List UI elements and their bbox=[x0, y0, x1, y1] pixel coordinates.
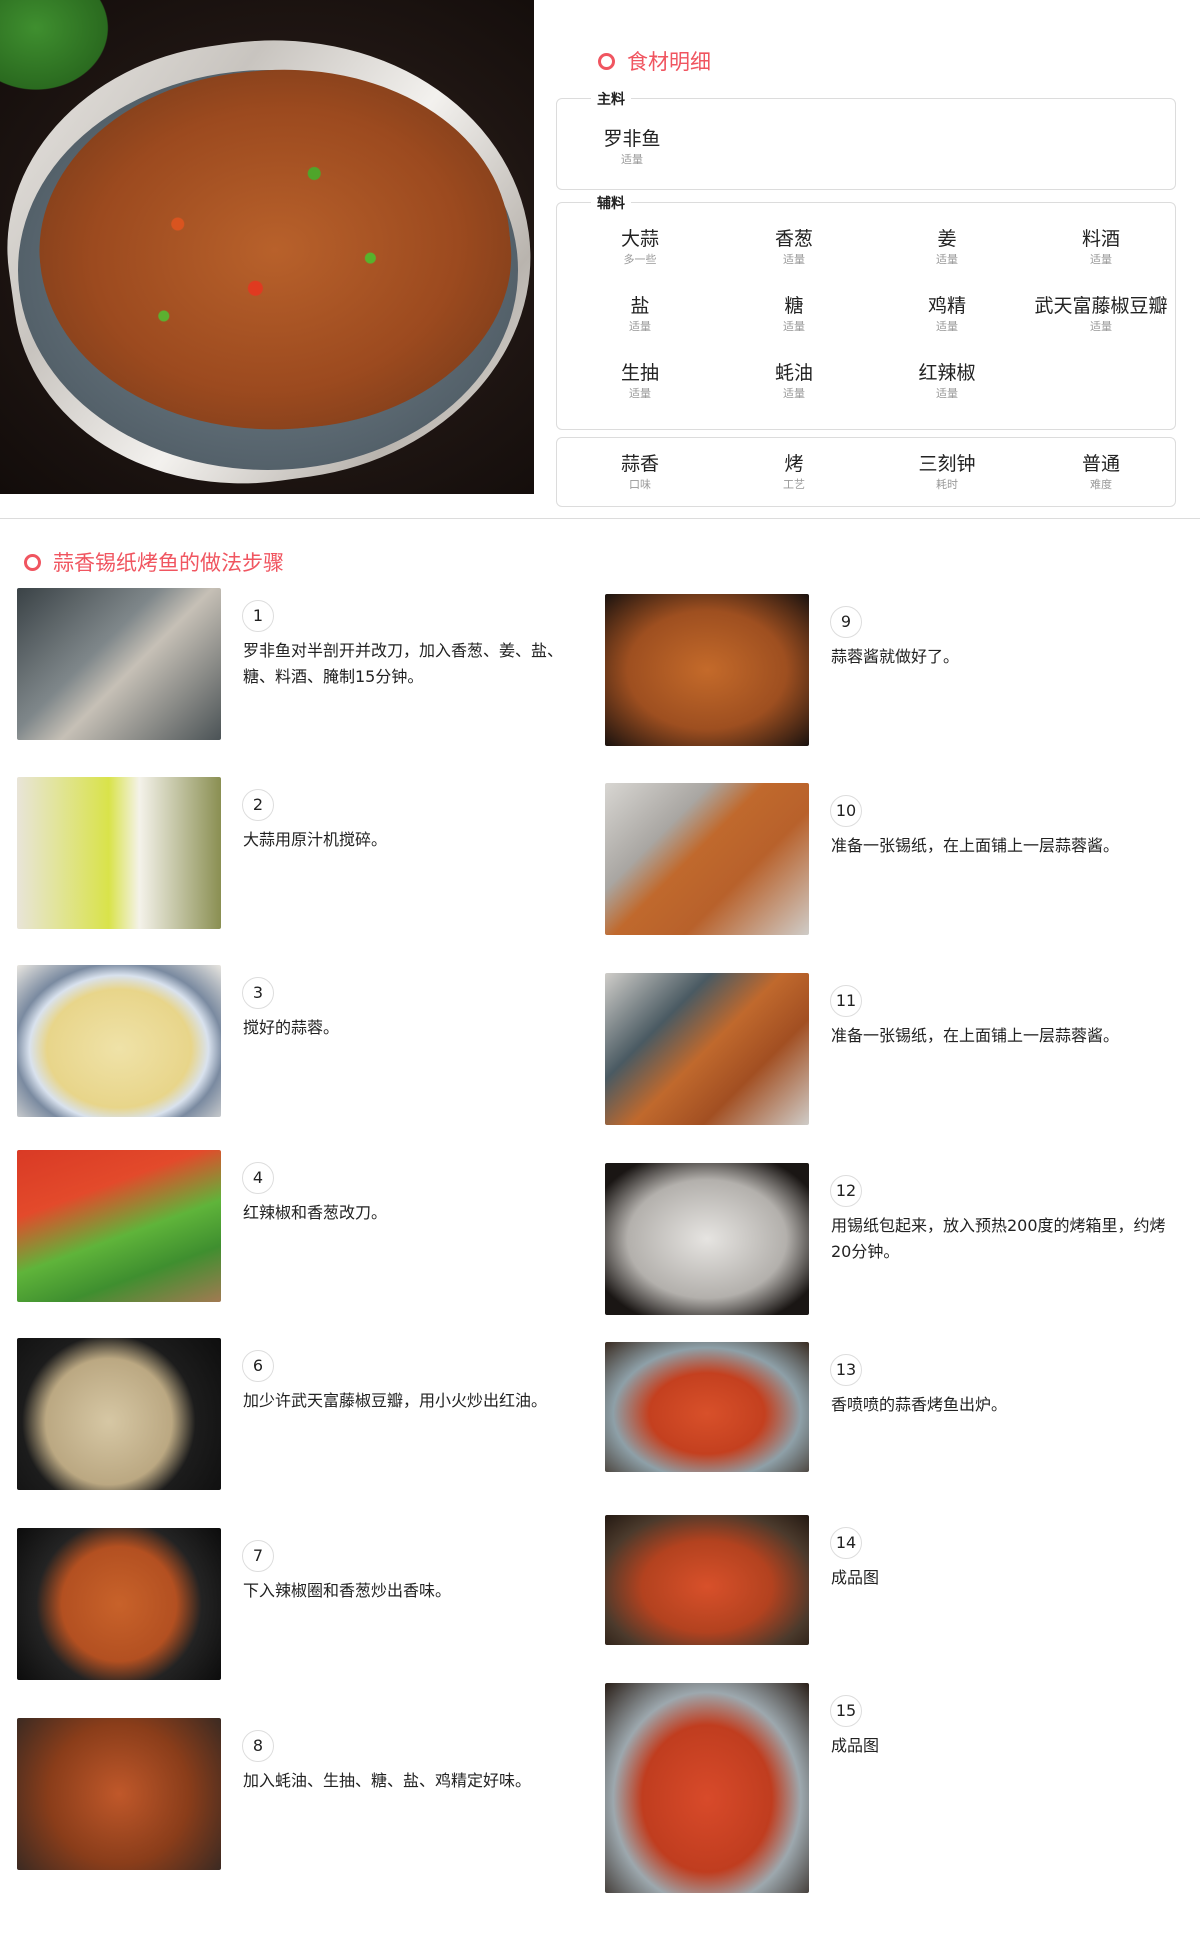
step-photo bbox=[17, 965, 221, 1117]
recipe-step: 1 罗非鱼对半剖开并改刀，加入香葱、姜、盐、糖、料酒、腌制15分钟。 bbox=[17, 588, 577, 748]
ring-icon bbox=[24, 553, 41, 571]
step-number-badge: 12 bbox=[830, 1175, 862, 1207]
recipe-step: 2 大蒜用原汁机搅碎。 bbox=[17, 777, 577, 937]
step-description: 加少许武天富藤椒豆瓣，用小火炒出红油。 bbox=[243, 1391, 548, 1410]
step-photo bbox=[605, 973, 809, 1125]
ring-icon bbox=[598, 52, 615, 70]
step-number-badge: 14 bbox=[830, 1527, 862, 1559]
step-description: 搅好的蒜蓉。 bbox=[243, 1018, 340, 1037]
aux-ingredients-box: 辅料 大蒜 多一些 香葱 适量姜适量 料酒 适量盐适量糖适量 鸡精 适量 武天富藤椒豆瓣 适量生抽… bbox=[556, 193, 1176, 430]
ingredient-item[interactable]: 武天富藤椒豆瓣 适量 bbox=[1026, 294, 1176, 334]
step-photo bbox=[17, 777, 221, 929]
steps-title: 蒜香锡纸烤鱼的做法步骤 bbox=[24, 547, 284, 577]
recipe-step: 15 成品图 bbox=[605, 1683, 1165, 1893]
ingredient-item[interactable]: 香葱 适量 bbox=[719, 227, 869, 267]
step-photo bbox=[17, 1718, 221, 1870]
recipe-property: 烤工艺 bbox=[783, 453, 805, 491]
step-description: 用锡纸包起来，放入预热200度的烤箱里，约烤20分钟。 bbox=[831, 1216, 1166, 1261]
step-description: 罗非鱼对半剖开并改刀，加入香葱、姜、盐、糖、料酒、腌制15分钟。 bbox=[243, 641, 564, 686]
step-photo bbox=[17, 1338, 221, 1490]
step-photo bbox=[17, 1528, 221, 1680]
ingredient-item[interactable]: 红辣椒 适量 bbox=[872, 361, 1022, 401]
step-photo bbox=[17, 588, 221, 740]
hero-dish-photo bbox=[0, 0, 534, 494]
step-number-badge: 10 bbox=[830, 795, 862, 827]
recipe-step: 11 准备一张锡纸，在上面铺上一层蒜蓉酱。 bbox=[605, 973, 1165, 1133]
recipe-properties-box: 蒜香 口味 烤工艺 三刻钟 耗时 普通 难度 bbox=[556, 437, 1176, 507]
step-description: 大蒜用原汁机搅碎。 bbox=[243, 830, 388, 849]
step-number-badge: 3 bbox=[242, 977, 274, 1009]
step-number-badge: 9 bbox=[830, 606, 862, 638]
ingredient-item[interactable]: 料酒 适量 bbox=[1026, 227, 1176, 267]
ingredient-item[interactable]: 盐适量 bbox=[565, 294, 715, 334]
step-description: 香喷喷的蒜香烤鱼出炉。 bbox=[831, 1395, 1008, 1414]
step-number-badge: 15 bbox=[830, 1695, 862, 1727]
step-photo bbox=[605, 1515, 809, 1645]
recipe-step: 8 加入蚝油、生抽、糖、盐、鸡精定好味。 bbox=[17, 1718, 577, 1878]
step-description: 成品图 bbox=[831, 1736, 880, 1755]
step-description: 加入蚝油、生抽、糖、盐、鸡精定好味。 bbox=[243, 1771, 532, 1790]
aux-ingredients-label: 辅料 bbox=[591, 193, 631, 213]
recipe-step: 3 搅好的蒜蓉。 bbox=[17, 965, 577, 1125]
step-photo bbox=[605, 1342, 809, 1472]
step-photo bbox=[17, 1150, 221, 1302]
step-description: 蒜蓉酱就做好了。 bbox=[831, 647, 960, 666]
step-photo bbox=[605, 1683, 809, 1893]
step-description: 红辣椒和香葱改刀。 bbox=[243, 1203, 388, 1222]
main-ingredients-box: 主料 罗非鱼 适量 bbox=[556, 89, 1176, 190]
recipe-property: 三刻钟 耗时 bbox=[918, 453, 976, 491]
recipe-step: 13 香喷喷的蒜香烤鱼出炉。 bbox=[605, 1342, 1165, 1502]
recipe-property: 普通 难度 bbox=[1081, 453, 1120, 491]
ingredient-item[interactable]: 大蒜 多一些 bbox=[565, 227, 715, 267]
main-ingredients-label: 主料 bbox=[591, 89, 631, 109]
ingredient-item[interactable]: 鸡精 适量 bbox=[872, 294, 1022, 334]
ingredient-item[interactable]: 罗非鱼 适量 bbox=[557, 127, 707, 167]
step-description: 下入辣椒圈和香葱炒出香味。 bbox=[243, 1581, 452, 1600]
recipe-step: 14 成品图 bbox=[605, 1515, 1165, 1675]
step-description: 成品图 bbox=[831, 1568, 880, 1587]
step-number-badge: 13 bbox=[830, 1354, 862, 1386]
ingredients-title: 食材明细 bbox=[598, 46, 711, 76]
ingredient-item[interactable]: 糖适量 bbox=[719, 294, 869, 334]
step-number-badge: 8 bbox=[242, 1730, 274, 1762]
step-description: 准备一张锡纸，在上面铺上一层蒜蓉酱。 bbox=[831, 1026, 1120, 1045]
recipe-step: 6 加少许武天富藤椒豆瓣，用小火炒出红油。 bbox=[17, 1338, 577, 1498]
ingredient-item[interactable]: 蚝油 适量 bbox=[719, 361, 869, 401]
step-photo bbox=[605, 1163, 809, 1315]
recipe-step: 4 红辣椒和香葱改刀。 bbox=[17, 1150, 577, 1310]
ingredient-item[interactable]: 生抽 适量 bbox=[565, 361, 715, 401]
step-number-badge: 2 bbox=[242, 789, 274, 821]
ingredient-item[interactable]: 姜适量 bbox=[872, 227, 1022, 267]
step-photo bbox=[605, 594, 809, 746]
step-number-badge: 11 bbox=[830, 985, 862, 1017]
step-number-badge: 6 bbox=[242, 1350, 274, 1382]
step-description: 准备一张锡纸，在上面铺上一层蒜蓉酱。 bbox=[831, 836, 1120, 855]
step-number-badge: 1 bbox=[242, 600, 274, 632]
recipe-step: 12 用锡纸包起来，放入预热200度的烤箱里，约烤20分钟。 bbox=[605, 1163, 1166, 1323]
step-number-badge: 7 bbox=[242, 1540, 274, 1572]
step-number-badge: 4 bbox=[242, 1162, 274, 1194]
recipe-step: 10 准备一张锡纸，在上面铺上一层蒜蓉酱。 bbox=[605, 783, 1165, 943]
recipe-step: 9 蒜蓉酱就做好了。 bbox=[605, 594, 1165, 754]
recipe-step: 7 下入辣椒圈和香葱炒出香味。 bbox=[17, 1528, 577, 1688]
section-divider bbox=[0, 518, 1200, 519]
recipe-property: 蒜香 口味 bbox=[620, 453, 659, 491]
step-photo bbox=[605, 783, 809, 935]
